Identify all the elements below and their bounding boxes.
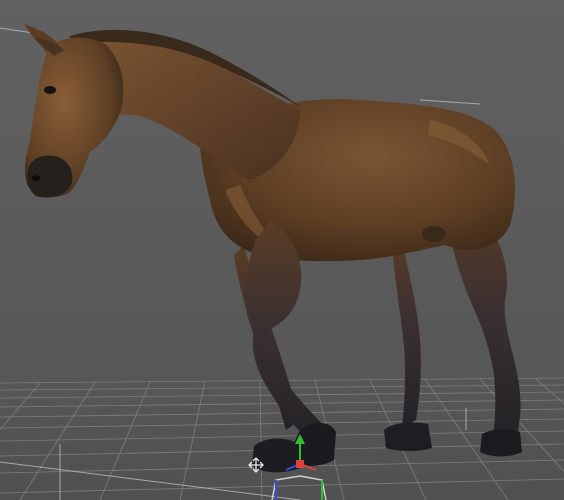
viewport-canvas[interactable] bbox=[0, 0, 564, 500]
gizmo-center-handle[interactable] bbox=[296, 460, 304, 468]
near-hind-hoof bbox=[480, 429, 522, 457]
horse-eye bbox=[44, 86, 56, 94]
horse-nostril bbox=[32, 175, 40, 181]
3d-viewport[interactable] bbox=[0, 0, 564, 500]
sheath bbox=[422, 226, 446, 242]
far-hind-hoof bbox=[384, 422, 432, 451]
